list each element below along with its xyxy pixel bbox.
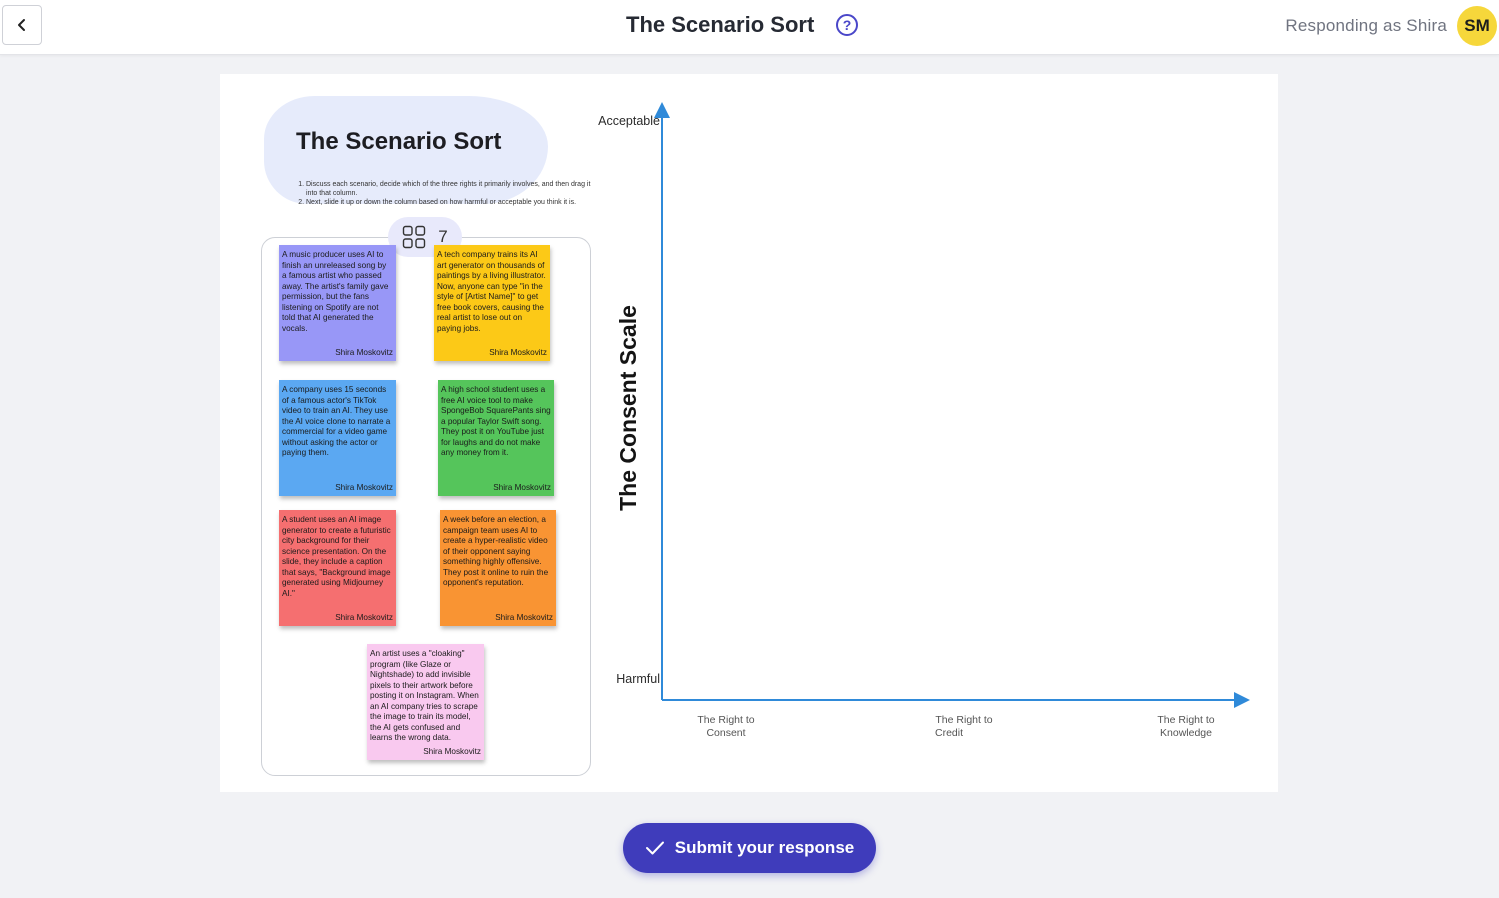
help-icon[interactable]: ? <box>836 14 858 36</box>
column-label-knowledge-line2: Knowledge <box>1160 727 1212 739</box>
acceptable-label: Acceptable <box>598 114 660 128</box>
avatar[interactable]: SM <box>1457 6 1497 46</box>
checkmark-icon <box>645 841 664 855</box>
column-label-credit-line2: Credit <box>935 727 963 739</box>
back-button[interactable] <box>2 5 42 45</box>
column-label-consent-line2: Consent <box>706 727 745 739</box>
activity-board: The Scenario Sort Discuss each scenario,… <box>220 74 1278 792</box>
top-bar: The Scenario Sort ? Responding as Shira … <box>0 0 1499 55</box>
column-label-knowledge-line1: The Right to <box>1157 714 1214 726</box>
column-label-credit-line1: The Right to <box>935 714 992 726</box>
consent-scale-chart[interactable]: Acceptable Harmful The Consent Scale The… <box>220 74 1278 792</box>
chevron-left-icon <box>18 19 25 31</box>
consent-scale-title: The Consent Scale <box>615 305 641 511</box>
harmful-label: Harmful <box>616 672 660 686</box>
responding-as-label: Responding as Shira <box>1285 16 1447 35</box>
page-title: The Scenario Sort <box>626 12 815 37</box>
submit-response-button[interactable]: Submit your response <box>623 823 876 873</box>
submit-label: Submit your response <box>674 838 855 857</box>
column-label-consent-line1: The Right to <box>697 714 754 726</box>
